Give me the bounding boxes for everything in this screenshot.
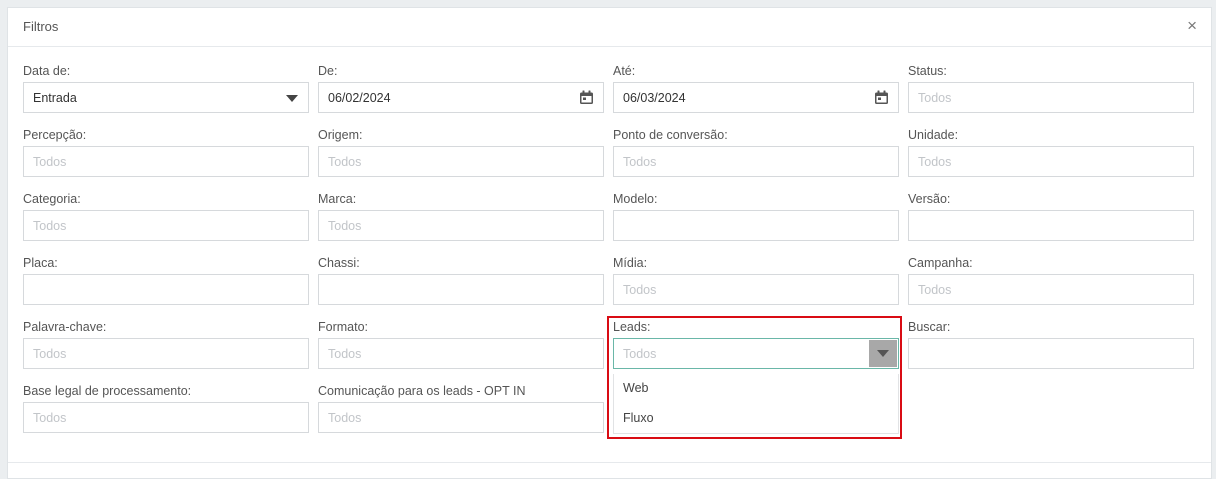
panel-title: Filtros <box>23 19 59 34</box>
versao-label: Versão: <box>908 192 951 206</box>
calendar-icon[interactable] <box>579 90 594 105</box>
comunicacao-label: Comunicação para os leads - OPT IN <box>318 384 526 398</box>
modelo-label: Modelo: <box>613 192 658 206</box>
percepcao-label: Percepção: <box>23 128 87 142</box>
percepcao-select[interactable]: Todos <box>23 146 309 177</box>
leads-dropdown-menu: Web Fluxo <box>613 374 899 434</box>
panel-header: Filtros × <box>8 8 1211 47</box>
ponto-conversao-select[interactable]: Todos <box>613 146 899 177</box>
ate-value: 06/03/2024 <box>623 91 686 105</box>
leads-option-web[interactable]: Web <box>623 381 648 395</box>
ate-date-input[interactable]: 06/03/2024 <box>613 82 899 113</box>
midia-select[interactable]: Todos <box>613 274 899 305</box>
palavra-chave-placeholder: Todos <box>33 347 67 361</box>
palavra-chave-select[interactable]: Todos <box>23 338 309 369</box>
close-icon[interactable]: × <box>1187 17 1197 35</box>
formato-select[interactable]: Todos <box>318 338 604 369</box>
buscar-input[interactable] <box>908 338 1194 369</box>
de-value: 06/02/2024 <box>328 91 391 105</box>
comunicacao-select[interactable]: Todos <box>318 402 604 433</box>
modelo-select[interactable] <box>613 210 899 241</box>
status-select[interactable]: Todos <box>908 82 1194 113</box>
categoria-label: Categoria: <box>23 192 81 206</box>
origem-select[interactable]: Todos <box>318 146 604 177</box>
chevron-down-icon <box>877 350 889 357</box>
leads-select[interactable]: Todos <box>613 338 899 369</box>
status-placeholder: Todos <box>918 91 952 105</box>
leads-placeholder: Todos <box>623 347 657 361</box>
marca-select[interactable]: Todos <box>318 210 604 241</box>
buscar-label: Buscar: <box>908 320 951 334</box>
chassi-label: Chassi: <box>318 256 360 270</box>
palavra-chave-label: Palavra-chave: <box>23 320 107 334</box>
status-label: Status: <box>908 64 947 78</box>
panel-footer-divider <box>8 462 1211 463</box>
chassi-input[interactable] <box>318 274 604 305</box>
de-date-input[interactable]: 06/02/2024 <box>318 82 604 113</box>
leads-option-fluxo[interactable]: Fluxo <box>623 411 654 425</box>
data-de-select[interactable]: Entrada <box>23 82 309 113</box>
marca-placeholder: Todos <box>328 219 362 233</box>
categoria-select[interactable]: Todos <box>23 210 309 241</box>
unidade-label: Unidade: <box>908 128 959 142</box>
versao-select[interactable] <box>908 210 1194 241</box>
campanha-label: Campanha: <box>908 256 973 270</box>
origem-label: Origem: <box>318 128 363 142</box>
midia-placeholder: Todos <box>623 283 657 297</box>
data-de-label: Data de: <box>23 64 71 78</box>
leads-dropdown-button[interactable] <box>869 340 897 367</box>
campanha-placeholder: Todos <box>918 283 952 297</box>
data-de-value: Entrada <box>33 91 77 105</box>
marca-label: Marca: <box>318 192 357 206</box>
ate-label: Até: <box>613 64 636 78</box>
formato-label: Formato: <box>318 320 369 334</box>
base-legal-select[interactable]: Todos <box>23 402 309 433</box>
comunicacao-placeholder: Todos <box>328 411 362 425</box>
placa-input[interactable] <box>23 274 309 305</box>
campanha-select[interactable]: Todos <box>908 274 1194 305</box>
calendar-icon[interactable] <box>874 90 889 105</box>
formato-placeholder: Todos <box>328 347 362 361</box>
base-legal-label: Base legal de processamento: <box>23 384 192 398</box>
de-label: De: <box>318 64 338 78</box>
origem-placeholder: Todos <box>328 155 362 169</box>
leads-label: Leads: <box>613 320 651 334</box>
midia-label: Mídia: <box>613 256 648 270</box>
ponto-conversao-placeholder: Todos <box>623 155 657 169</box>
percepcao-placeholder: Todos <box>33 155 67 169</box>
categoria-placeholder: Todos <box>33 219 67 233</box>
ponto-conversao-label: Ponto de conversão: <box>613 128 728 142</box>
chevron-down-icon <box>286 95 298 102</box>
placa-label: Placa: <box>23 256 58 270</box>
base-legal-placeholder: Todos <box>33 411 67 425</box>
unidade-select[interactable]: Todos <box>908 146 1194 177</box>
unidade-placeholder: Todos <box>918 155 952 169</box>
